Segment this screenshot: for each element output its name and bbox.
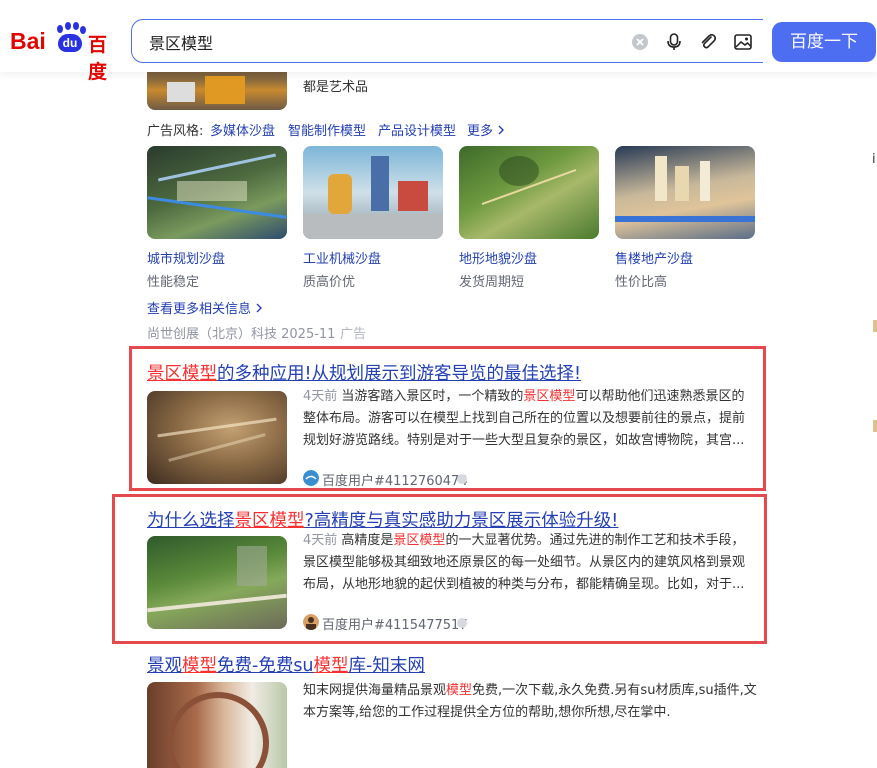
result-3-title[interactable]: 景观模型免费-免费su模型库-知末网 xyxy=(147,652,425,677)
logo-cn-text: 百度 xyxy=(88,34,108,83)
verified-icon xyxy=(457,474,467,484)
verified-icon xyxy=(457,618,467,628)
product-desc-1: 性能稳定 xyxy=(147,275,200,290)
result-1-author[interactable]: 百度用户#4112760474 xyxy=(322,470,468,489)
attachment-icon[interactable] xyxy=(698,32,718,52)
product-thumbnail-1[interactable] xyxy=(147,146,287,239)
result-2-author[interactable]: 百度用户#4115477517 xyxy=(322,614,468,633)
product-desc-4: 性价比高 xyxy=(615,275,668,290)
product-desc-3: 发货周期短 xyxy=(459,275,525,290)
ad-style-link-2[interactable]: 智能制作模型 xyxy=(288,120,366,139)
search-input[interactable] xyxy=(147,30,611,54)
result-3-thumbnail[interactable] xyxy=(147,682,287,768)
product-name-1[interactable]: 城市规划沙盘 xyxy=(147,248,225,267)
ad-style-more[interactable]: 更多 xyxy=(467,120,505,139)
search-box[interactable] xyxy=(131,19,763,63)
chevron-right-icon xyxy=(498,125,505,135)
result-1-snippet: 4天前 当游客踏入景区时，一个精致的景区模型可以帮助他们迅速熟悉景区的整体布局。… xyxy=(303,389,746,448)
avatar[interactable] xyxy=(303,614,319,630)
side-fragment-1: i xyxy=(872,152,876,167)
image-search-icon[interactable] xyxy=(733,32,753,52)
ad-style-label: 广告风格: xyxy=(147,124,204,139)
product-name-4[interactable]: 售楼地产沙盘 xyxy=(615,248,693,267)
chevron-right-icon xyxy=(256,303,263,313)
ad-source-company: 尚世创展（北京）科技 2025-11 xyxy=(147,327,336,342)
product-desc-2: 质高价优 xyxy=(303,275,356,290)
see-more-label: 查看更多相关信息 xyxy=(147,302,252,317)
ad-style-more-label: 更多 xyxy=(467,124,494,139)
side-fragment-mark xyxy=(873,420,877,432)
logo-du-text: du xyxy=(62,36,78,50)
avatar[interactable] xyxy=(303,470,319,486)
microphone-icon[interactable] xyxy=(664,32,684,52)
result-2-snippet: 4天前 高精度是景区模型的一大显著优势。通过先进的制作工艺和技术手段，景区模型能… xyxy=(303,533,746,592)
product-name-2[interactable]: 工业机械沙盘 xyxy=(303,248,381,267)
result-1-thumbnail[interactable] xyxy=(147,391,287,484)
product-thumbnail-2[interactable] xyxy=(303,146,443,239)
product-name-3[interactable]: 地形地貌沙盘 xyxy=(459,248,537,267)
header-bar: Bai du 百度 百度 xyxy=(0,0,877,83)
result-3-snippet: 知末网提供海量精品景观模型免费,一次下载,永久免费.另有su材质库,su插件,文… xyxy=(303,683,757,720)
paw-icon: du xyxy=(54,22,86,54)
result-2-thumbnail[interactable] xyxy=(147,536,287,629)
result-2-title[interactable]: 为什么选择景区模型?高精度与真实感助力景区展示体验升级! xyxy=(147,507,618,532)
logo-bai-text: Bai xyxy=(10,28,46,54)
product-thumbnail-3[interactable] xyxy=(459,146,599,239)
ad-style-link-3[interactable]: 产品设计模型 xyxy=(378,120,456,139)
ad-style-link-1[interactable]: 多媒体沙盘 xyxy=(210,120,275,139)
see-more-link[interactable]: 查看更多相关信息 xyxy=(147,298,263,317)
baidu-logo[interactable]: Bai du 百度 xyxy=(10,20,120,83)
product-thumbnail-4[interactable] xyxy=(615,146,755,239)
ad-tag: 广告 xyxy=(340,327,367,342)
side-fragment-mark xyxy=(873,320,877,332)
clear-icon[interactable] xyxy=(630,32,650,52)
search-button[interactable]: 百度一下 xyxy=(772,22,876,62)
top-item-text: 都是艺术品 xyxy=(303,80,369,95)
result-1-title[interactable]: 景区模型的多种应用!从规划展示到游客导览的最佳选择! xyxy=(147,360,581,385)
